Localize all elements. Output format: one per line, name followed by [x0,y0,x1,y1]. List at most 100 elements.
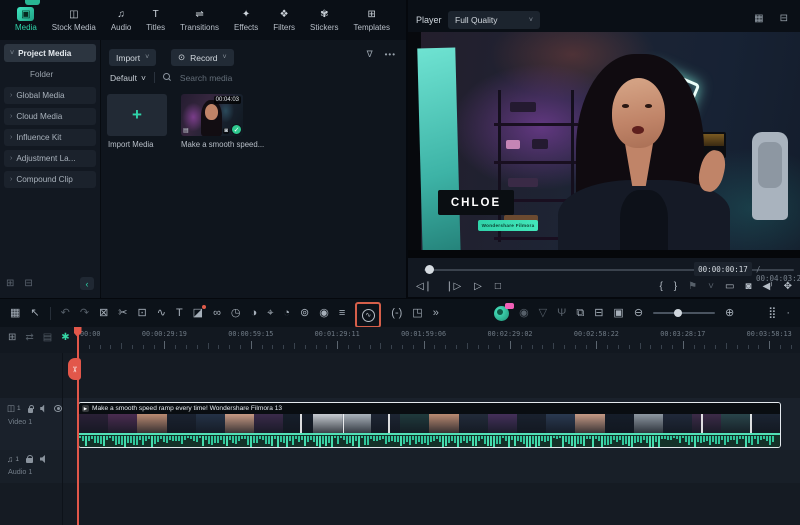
shield-icon[interactable]: ▽ [539,307,547,319]
video-clip-tile[interactable]: 00:04:03 ▤ ◙ ✓ [181,94,243,136]
sidebar-item-adjustment-la-[interactable]: › Adjustment La... [4,150,96,167]
auto-ripple-icon[interactable]: ⇄ [25,332,33,343]
delete-icon[interactable]: ⊠ [99,307,108,319]
split-icon[interactable]: ✂ [118,307,127,319]
color-icon[interactable]: ◑ [251,307,258,319]
redo-icon[interactable]: ↷ [80,307,89,319]
audio-stretch-icon[interactable]: (-) [391,307,402,319]
render-preview-bar-icon[interactable]: ▤ [43,332,52,343]
audio-track-lane[interactable] [0,450,800,483]
speed-ramp-curve-icon[interactable]: ∿ [157,307,166,319]
chapter-icon[interactable]: ▣ [613,307,623,319]
collapse-sidebar-button[interactable]: ‹ [80,277,94,290]
second-monitor-icon[interactable]: ⊟ [780,13,788,24]
voice-icon[interactable]: Ψ [557,307,566,319]
more-tools-icon[interactable]: » [433,307,439,319]
timer-icon[interactable]: ◔ [283,307,290,319]
mute-icon[interactable] [40,404,45,413]
playback-quality-dropdown[interactable]: Full Quality ˅ [448,11,540,29]
layers-icon[interactable]: ⧉ [576,307,584,319]
video-track-icon[interactable]: ◫ [7,403,15,414]
category-dropdown[interactable]: Default ˅ [110,73,146,83]
zoom-out-icon[interactable]: ⊖ [634,307,643,319]
next-frame-icon[interactable]: ❘▷ [445,281,461,292]
ruler-tick [132,345,133,349]
ruler-tick [553,343,555,349]
text-icon[interactable]: T [176,307,183,319]
sidebar-item-project-media[interactable]: ˅ Project Media [4,44,96,62]
speed-icon[interactable]: ◷ [231,307,241,319]
undo-icon[interactable]: ↶ [61,307,70,319]
display-icon[interactable]: ▭ [725,281,734,292]
stickers-icon: ✾ [320,8,329,20]
tab-transitions[interactable]: ⇌ Transitions [177,5,222,34]
adjustment-icon[interactable]: ≡ [339,307,345,319]
select-tool-icon[interactable]: ↖ [30,307,39,319]
layout-grid-icon[interactable]: ▦ [10,307,20,319]
menu-dot-icon[interactable]: · [786,307,790,319]
render-preview-icon[interactable]: ◉ [519,307,529,319]
notification-badge [505,302,515,309]
hide-icon[interactable] [53,405,62,412]
ai-portrait-icon[interactable] [494,302,515,321]
fullscreen-icon[interactable]: ✥ [784,281,792,292]
marker-icon[interactable]: ⚑ [688,281,697,292]
new-folder-icon[interactable]: ⊞ [6,278,14,289]
split-at-playhead-button[interactable]: ✂ [68,358,81,380]
motion-tracking-icon[interactable]: ⌖ [267,307,273,319]
more-options-icon[interactable]: ••• [385,50,396,59]
play-icon[interactable]: ▷ [474,281,482,292]
sidebar-item-compound-clip[interactable]: › Compound Clip [4,171,96,188]
add-media-icon[interactable]: ⊞ [8,332,16,343]
tab-media[interactable]: ▣ Media [12,5,40,34]
tab-effects[interactable]: ✦ Effects [231,5,261,34]
tab-stock-media[interactable]: ◫ Stock Media [49,5,99,34]
tab-templates[interactable]: ⊞ Templates [351,5,393,34]
zoom-tool-icon[interactable]: ⊚ [300,307,309,319]
highlight-box[interactable]: ∿ [355,302,382,328]
mute-icon[interactable] [40,455,45,463]
timeline-zoom-slider[interactable] [653,309,716,317]
fit-timeline-icon[interactable]: ⊕ [725,307,734,319]
tab-stickers[interactable]: ✾ Stickers [307,5,341,34]
export-frame-icon[interactable]: ◳ [412,307,422,319]
tab-titles[interactable]: T Titles [143,5,168,34]
import-button[interactable]: Import ˅ [109,49,157,66]
search-input[interactable] [179,72,330,83]
tab-audio[interactable]: ♫ Audio [108,5,134,34]
track-manager-icon[interactable]: ⣿ [768,307,776,319]
filter-icon[interactable]: ∇ [367,49,373,60]
volume-icon[interactable]: ◀⁾ [762,281,772,292]
record-button[interactable]: ⊙ Record ˅ [171,49,234,66]
timeline-clip[interactable]: ▶ Make a smooth speed ramp every time! W… [78,402,781,448]
play-icon: ▶ [82,405,89,412]
timeline-ruler[interactable]: ⊞ ⇄ ▤ ✱ 00:00 00:00:29:19 00:00:59:15 00:01:29… [0,327,800,353]
lock-icon[interactable] [26,455,33,463]
stop-icon[interactable]: □ [495,281,501,292]
zoom-slider-handle[interactable] [673,309,682,317]
playhead-line[interactable] [77,327,79,525]
sidebar-item-folder[interactable]: Folder [4,66,96,83]
sidebar-item-influence-kit[interactable]: › Influence Kit [4,129,96,146]
link-icon[interactable]: ∞ [213,307,221,319]
screen-record-icon[interactable]: ⊟ [594,307,603,319]
mark-out-icon[interactable]: } [674,281,677,292]
chroma-key-icon[interactable]: ◉ [319,307,329,319]
marker-caret-icon[interactable]: ˅ [708,281,714,292]
previous-frame-icon[interactable]: ◁❘ [416,281,432,292]
sidebar-item-global-media[interactable]: › Global Media [4,87,96,104]
seek-handle[interactable] [425,265,434,274]
sidebar-item-cloud-media[interactable]: › Cloud Media [4,108,96,125]
search-icon[interactable] [162,73,172,82]
snap-icon[interactable]: ✱ [61,332,69,343]
snapshot-icon[interactable]: ◙ [745,281,751,292]
import-media-tile[interactable]: + [107,94,167,136]
crop-icon[interactable]: ⊡ [138,307,147,319]
delete-folder-icon[interactable]: ⊟ [24,278,32,289]
tab-filters[interactable]: ❖ Filters [270,5,298,34]
audio-track-icon[interactable]: ♫ [7,454,13,464]
split-screen-icon[interactable]: ▦ [754,13,763,24]
mark-in-icon[interactable]: { [659,281,662,292]
mask-icon[interactable]: ◪ [193,304,207,319]
lock-icon[interactable] [27,404,34,413]
